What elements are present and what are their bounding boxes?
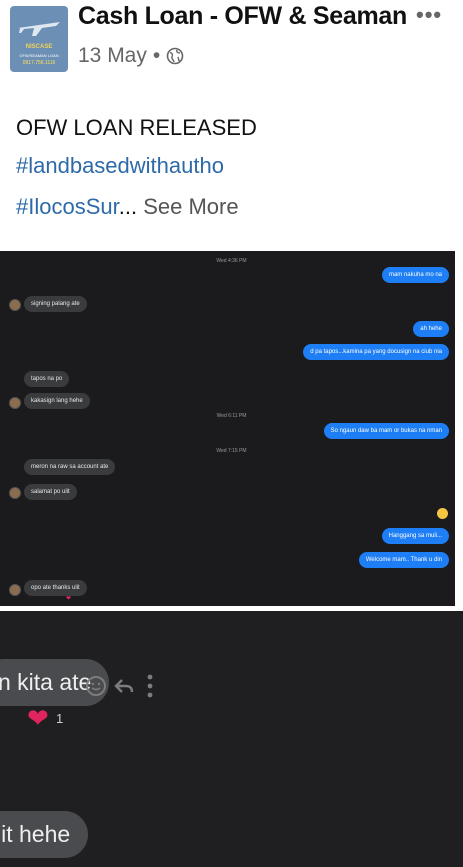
chat-timestamp: Wed 6:11 PM: [216, 413, 247, 419]
message-left: tapos na po: [24, 371, 70, 387]
message-right: d pa tapos...kamina pa yang docusign na …: [303, 344, 449, 360]
contact-avatar: [9, 397, 21, 409]
message-left: salamat po ulit: [24, 484, 77, 500]
post-date-row: 13 May •: [78, 44, 184, 68]
post-date[interactable]: 13 May: [78, 44, 147, 68]
page-avatar[interactable]: NISCASE OFW/SEAMAN LOAN 0917.756.1116: [10, 6, 68, 72]
message-right: Hanggang sa muli...: [381, 528, 449, 544]
contact-avatar: [9, 299, 21, 311]
post-header: NISCASE OFW/SEAMAN LOAN 0917.756.1116 Ca…: [0, 0, 463, 245]
globe-icon: [166, 47, 184, 65]
message-left: meron na raw sa account ate: [24, 459, 116, 475]
message-left: signing palang ate: [24, 296, 87, 312]
message-right: So ngaun daw ba mam or bukas na nman: [323, 423, 449, 439]
zoomed-message: lit hehe: [0, 811, 89, 858]
post-text-headline: OFW LOAN RELEASED: [16, 115, 257, 140]
contact-avatar: [9, 487, 21, 499]
screenshot-edge: [455, 251, 463, 606]
message-left: opo ate thanks ulit: [24, 580, 87, 596]
page-name[interactable]: Cash Loan - OFW & Seaman: [78, 2, 407, 31]
grin-emoji-icon: [437, 508, 448, 519]
airplane-icon: [18, 22, 60, 36]
message-right: ah hehe: [413, 321, 449, 337]
more-vertical-icon[interactable]: [145, 673, 155, 699]
heart-reaction-icon: ❤: [27, 703, 49, 733]
message-right: Welcome mam.. Thank u din: [358, 552, 449, 568]
chat-screenshot-2[interactable]: n kita ate ❤ 1 lit hehe: [0, 611, 463, 867]
heart-reaction-icon: ❤: [66, 596, 72, 602]
chat-timestamp: Wed 4:36 PM: [216, 258, 247, 264]
chat-timestamp: Wed 7:15 PM: [216, 448, 247, 454]
date-separator: •: [152, 44, 161, 67]
avatar-sub: OFW/SEAMAN LOAN: [19, 53, 59, 58]
avatar-brand: NISCASE: [25, 44, 53, 50]
avatar-phone: 0917.756.1116: [22, 60, 56, 66]
hashtag-ilocos[interactable]: #IlocosSur: [16, 194, 119, 219]
ellipsis: ...: [118, 194, 138, 219]
reaction-count: 1: [56, 711, 64, 726]
post-text-line3: #IlocosSur... See More: [16, 194, 239, 220]
more-options-icon[interactable]: •••: [416, 2, 442, 28]
message-right: mam nakuha mo na: [381, 267, 449, 283]
message-left: kakasign lang hehe: [24, 393, 90, 409]
hashtag-landbased[interactable]: #landbasedwithautho: [16, 153, 224, 179]
chat-screenshot-1[interactable]: Wed 4:36 PM mam nakuha mo na signing pal…: [0, 251, 463, 606]
react-smiley-icon[interactable]: [85, 675, 107, 697]
reply-icon[interactable]: [113, 675, 135, 697]
see-more-link[interactable]: See More: [143, 194, 238, 219]
contact-avatar: [9, 584, 21, 596]
